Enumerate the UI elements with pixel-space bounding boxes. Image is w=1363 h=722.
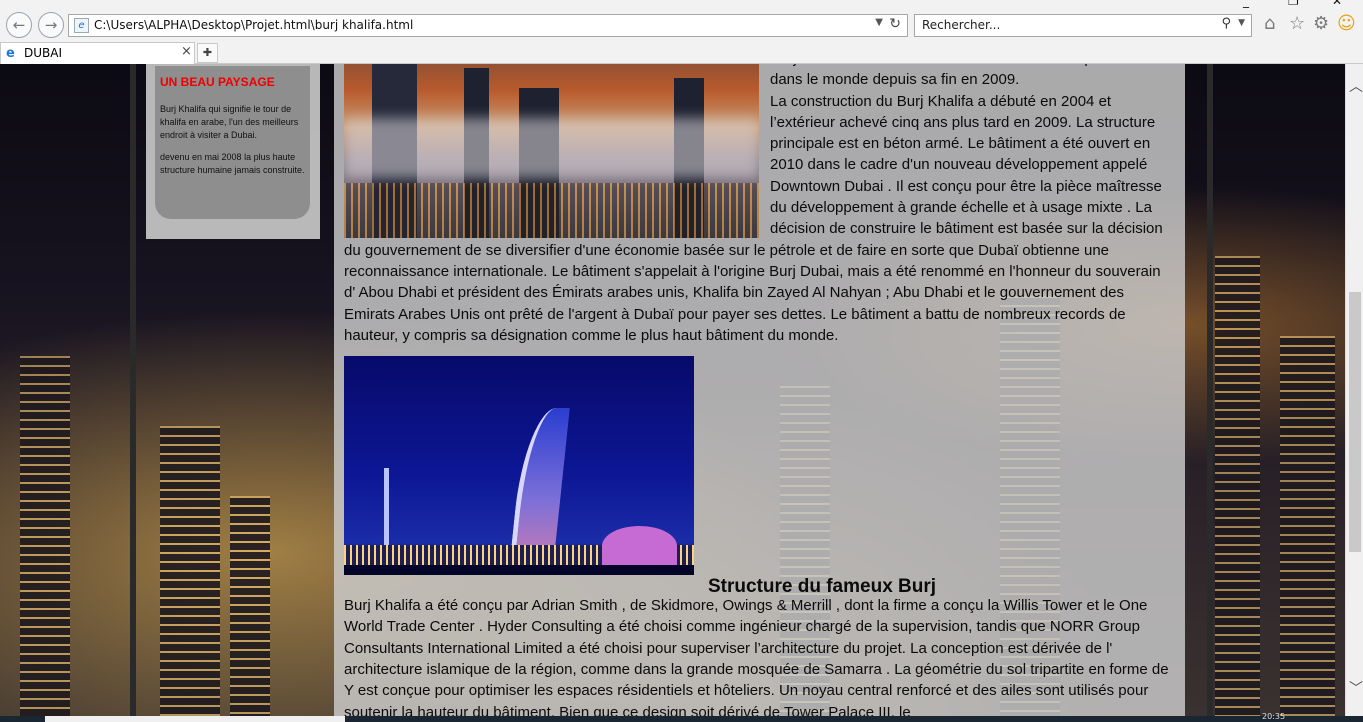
photo-jumeirah-hotel: [602, 526, 677, 567]
page-favicon-icon: e: [74, 18, 89, 33]
photo-burj-al-arab-sail: [510, 408, 570, 559]
sidebar-box: UN BEAU PAYSAGE Burj Khalifa qui signifi…: [155, 66, 310, 219]
sidebar-title: UN BEAU PAYSAGE: [160, 75, 275, 89]
article: Burj Khalifa a été la structure et le bâ…: [344, 64, 1174, 716]
tab-title[interactable]: DUBAI: [24, 46, 62, 60]
tab-dubai[interactable]: e DUBAI ×: [0, 42, 195, 64]
close-window-button[interactable]: ✕: [1332, 0, 1342, 8]
maximize-button[interactable]: ❐: [1288, 0, 1299, 8]
burj-al-arab-night-photo: [344, 356, 694, 576]
address-dropdown-icon[interactable]: ▼: [875, 17, 883, 28]
settings-gear-icon[interactable]: ⚙: [1313, 13, 1329, 34]
home-icon[interactable]: ⌂: [1264, 13, 1275, 34]
favorites-star-icon[interactable]: ☆: [1289, 13, 1305, 34]
page-viewport: UN BEAU PAYSAGE Burj Khalifa qui signifi…: [0, 64, 1345, 716]
browser-chrome: ← → e C:\Users\ALPHA\Desktop\Projet.html…: [0, 0, 1363, 64]
background-skyscraper: [20, 356, 70, 716]
scroll-up-icon[interactable]: ︿: [1349, 76, 1363, 96]
background-skyscraper: [1280, 336, 1335, 716]
page-border-right: [1207, 64, 1213, 716]
taskbar: 20:35: [0, 712, 1363, 722]
search-icon[interactable]: ⚲: [1221, 16, 1231, 31]
back-arrow-icon[interactable]: ←: [6, 12, 32, 38]
feedback-smiley-icon[interactable]: ☺: [1337, 13, 1356, 34]
burj-khalifa-fog-photo: [344, 64, 759, 238]
sidebar: UN BEAU PAYSAGE Burj Khalifa qui signifi…: [146, 64, 320, 239]
background-skyscraper: [160, 426, 220, 716]
address-text[interactable]: C:\Users\ALPHA\Desktop\Projet.html\burj …: [94, 18, 413, 32]
sidebar-paragraph: Burj Khalifa qui signifie le tour de kha…: [160, 104, 299, 140]
taskbar-searchbox[interactable]: [45, 716, 345, 722]
article-paragraph: Burj Khalifa a été conçu par Adrian Smit…: [344, 597, 1169, 716]
address-bar[interactable]: e C:\Users\ALPHA\Desktop\Projet.html\bur…: [68, 14, 908, 37]
ie-logo-icon: e: [6, 46, 15, 61]
search-dropdown-icon[interactable]: ▼: [1238, 18, 1245, 28]
search-box[interactable]: Rechercher... ⚲ ▼: [914, 14, 1252, 37]
refresh-icon[interactable]: ↻: [889, 16, 901, 32]
forward-arrow-icon[interactable]: →: [38, 12, 64, 38]
background-skyscraper: [1215, 256, 1260, 716]
scroll-down-icon[interactable]: ﹀: [1349, 678, 1363, 698]
search-input[interactable]: Rechercher...: [922, 18, 1000, 32]
new-tab-icon[interactable]: ✚: [197, 43, 218, 63]
section-heading: Structure du fameux Burj: [708, 575, 937, 597]
background-skyscraper: [230, 496, 270, 716]
minimize-button[interactable]: _: [1243, 0, 1249, 8]
photo-water: [344, 565, 694, 576]
photo-fog: [344, 118, 759, 178]
main-content: Burj Khalifa a été la structure et le bâ…: [334, 64, 1185, 716]
tab-strip: e DUBAI × ✚: [0, 40, 1363, 64]
page-border-left: [130, 64, 136, 716]
photo-city-lights: [344, 183, 759, 238]
sidebar-paragraph: devenu en mai 2008 la plus haute structu…: [160, 152, 305, 175]
vertical-scrollbar[interactable]: ︿ ﹀: [1345, 64, 1363, 716]
taskbar-clock: 20:35: [1262, 712, 1286, 721]
second-photo-row: Structure du fameux Burj: [344, 356, 1174, 597]
scroll-thumb[interactable]: [1349, 292, 1361, 552]
tab-close-icon[interactable]: ×: [181, 44, 192, 59]
